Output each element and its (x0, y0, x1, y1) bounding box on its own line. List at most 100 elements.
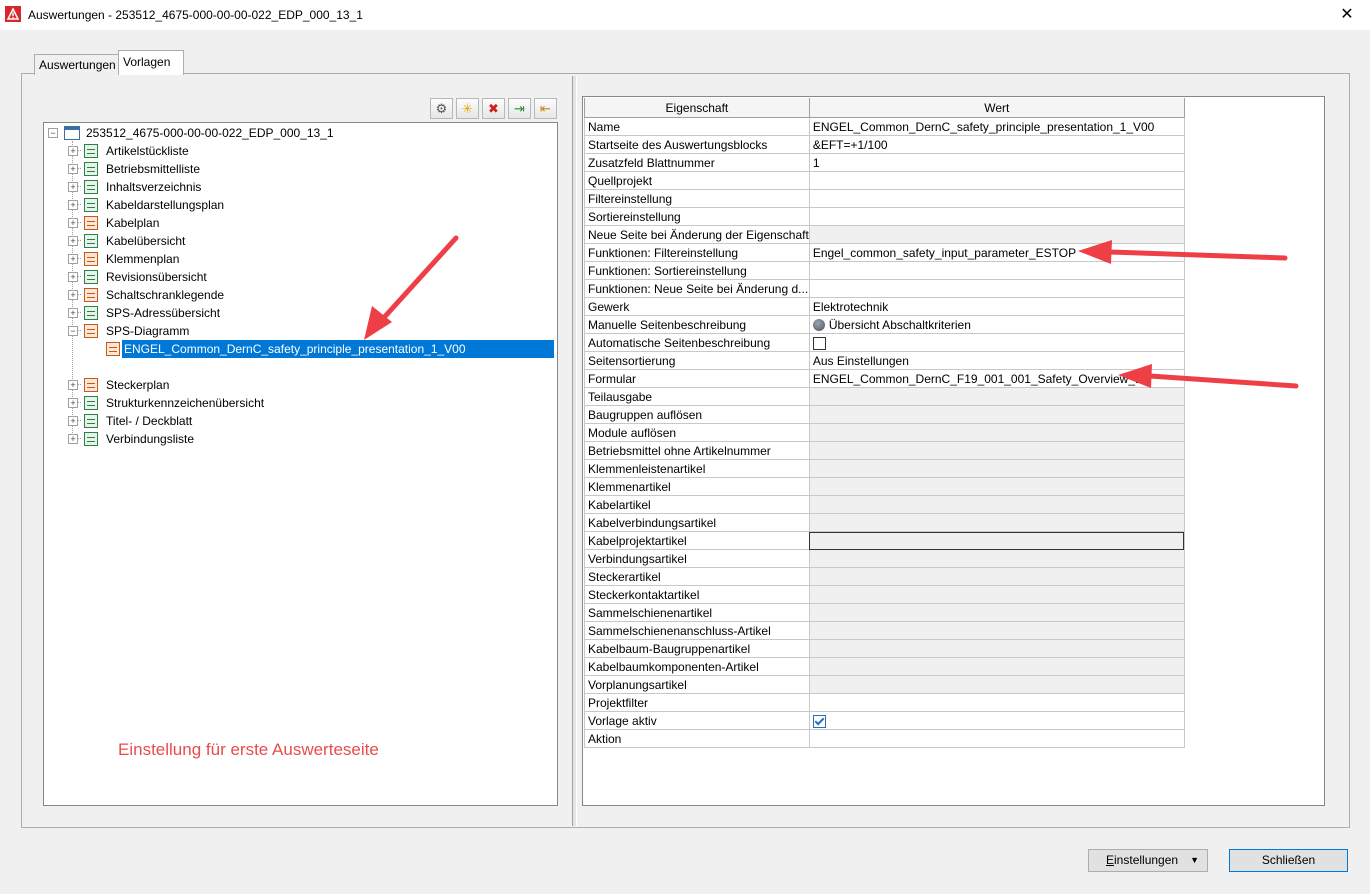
report-type-icon (84, 270, 98, 284)
property-row[interactable]: Zusatzfeld Blattnummer 1 (584, 153, 1185, 172)
collapse-icon[interactable]: − (48, 128, 58, 138)
property-row[interactable]: Kabelbaumkomponenten-Artikel (584, 657, 1185, 676)
property-row[interactable]: Automatische Seitenbeschreibung (584, 333, 1185, 352)
property-row[interactable]: Aktion (584, 729, 1185, 748)
expand-icon[interactable]: + (68, 236, 78, 246)
close-button[interactable]: Schließen (1229, 849, 1348, 872)
property-row[interactable]: Vorplanungsartikel (584, 675, 1185, 694)
property-name: Quellprojekt (584, 171, 810, 190)
expand-icon[interactable]: + (68, 182, 78, 192)
property-name: Klemmenleistenartikel (584, 459, 810, 478)
property-name: Teilausgabe (584, 387, 810, 406)
tab-vorlagen[interactable]: Vorlagen (118, 50, 184, 75)
expand-icon[interactable]: + (68, 308, 78, 318)
property-value[interactable]: &EFT=+1/100 (808, 135, 1185, 154)
property-value (808, 567, 1185, 586)
expand-icon[interactable]: + (68, 380, 78, 390)
property-row[interactable]: Kabelprojektartikel (584, 531, 1185, 550)
property-value[interactable]: Engel_common_safety_input_parameter_ESTO… (808, 243, 1185, 262)
property-name: Funktionen: Sortiereinstellung (584, 261, 810, 280)
tree-item-label: Klemmenplan (106, 252, 180, 266)
property-row[interactable]: Name ENGEL_Common_DernC_safety_principle_… (584, 117, 1185, 136)
delete-icon[interactable]: ✖ (482, 98, 505, 119)
window-titlebar: Auswertungen - 253512_4675-000-00-00-022… (0, 0, 1370, 30)
property-value[interactable]: Elektrotechnik (808, 297, 1185, 316)
property-name: Manuelle Seitenbeschreibung (584, 315, 810, 334)
property-row[interactable]: Kabelartikel (584, 495, 1185, 514)
export-icon[interactable]: ⇤ (534, 98, 557, 119)
property-name: Startseite des Auswertungsblocks (584, 135, 810, 154)
property-value[interactable] (808, 171, 1185, 190)
new-icon[interactable]: ✳ (456, 98, 479, 119)
close-window-button[interactable]: ✕ (1324, 0, 1370, 30)
collapse-icon[interactable]: − (68, 326, 78, 336)
report-type-icon (84, 162, 98, 176)
property-row[interactable]: Verbindungsartikel (584, 549, 1185, 568)
pane-splitter[interactable] (572, 76, 577, 826)
checkbox[interactable] (812, 714, 826, 728)
expand-icon[interactable]: + (68, 200, 78, 210)
property-row[interactable]: Funktionen: Sortiereinstellung (584, 261, 1185, 280)
column-header-value[interactable]: Wert (808, 98, 1185, 118)
property-row[interactable]: Formular ENGEL_Common_DernC_F19_001_001_S… (584, 369, 1185, 388)
property-value[interactable]: 1 (808, 153, 1185, 172)
property-row[interactable]: Module auflösen (584, 423, 1185, 442)
property-value[interactable] (808, 189, 1185, 208)
property-row[interactable]: Manuelle Seitenbeschreibung Übersicht Abs… (584, 315, 1185, 334)
settings-dropdown-button[interactable]: Einstellungen ▼ (1088, 849, 1208, 872)
property-row[interactable]: Teilausgabe (584, 387, 1185, 406)
expand-icon[interactable]: + (68, 218, 78, 228)
property-row[interactable]: Projektfilter (584, 693, 1185, 712)
property-value[interactable] (808, 279, 1185, 298)
property-row[interactable]: Kabelverbindungsartikel (584, 513, 1185, 532)
property-row[interactable]: Vorlage aktiv (584, 711, 1185, 730)
template-tree[interactable]: − 253512_4675-000-00-00-022_EDP_000_13_1… (43, 122, 558, 806)
report-type-icon (84, 144, 98, 158)
property-value[interactable]: ENGEL_Common_DernC_F19_001_001_Safety_Ov… (808, 369, 1185, 388)
property-row[interactable]: Steckerartikel (584, 567, 1185, 586)
property-value (808, 513, 1185, 532)
checkbox[interactable] (812, 336, 826, 350)
property-value[interactable] (808, 729, 1185, 748)
expand-icon[interactable]: + (68, 272, 78, 282)
tab-auswertungen[interactable]: Auswertungen (34, 54, 121, 75)
property-row[interactable]: Baugruppen auflösen (584, 405, 1185, 424)
property-row[interactable]: Sortiereinstellung (584, 207, 1185, 226)
expand-icon[interactable]: + (68, 434, 78, 444)
property-value[interactable] (808, 711, 1185, 730)
property-value[interactable]: ENGEL_Common_DernC_safety_principle_pres… (808, 117, 1185, 136)
property-name: Gewerk (584, 297, 810, 316)
property-row[interactable]: Gewerk Elektrotechnik (584, 297, 1185, 316)
column-header-property[interactable]: Eigenschaft (584, 98, 810, 118)
property-row[interactable]: Kabelbaum-Baugruppenartikel (584, 639, 1185, 658)
property-value[interactable] (808, 693, 1185, 712)
expand-icon[interactable]: + (68, 398, 78, 408)
expand-icon[interactable]: + (68, 416, 78, 426)
property-row[interactable]: Funktionen: Filtereinstellung Engel_commo… (584, 243, 1185, 262)
property-value[interactable]: Übersicht Abschaltkriterien (808, 315, 1185, 334)
property-value[interactable]: Aus Einstellungen (808, 351, 1185, 370)
property-row[interactable]: Steckerkontaktartikel (584, 585, 1185, 604)
property-row[interactable]: Klemmenartikel (584, 477, 1185, 496)
gear-icon[interactable]: ⚙ (430, 98, 453, 119)
property-value[interactable] (808, 333, 1185, 352)
property-row[interactable]: Sammelschienenartikel (584, 603, 1185, 622)
property-row[interactable]: Sammelschienenanschluss-Artikel (584, 621, 1185, 640)
import-icon[interactable]: ⇥ (508, 98, 531, 119)
property-row[interactable]: Startseite des Auswertungsblocks &EFT=+1/… (584, 135, 1185, 154)
property-value[interactable] (808, 531, 1185, 550)
property-value[interactable] (808, 261, 1185, 280)
property-row[interactable]: Seitensortierung Aus Einstellungen (584, 351, 1185, 370)
property-row[interactable]: Betriebsmittel ohne Artikelnummer (584, 441, 1185, 460)
property-value[interactable] (808, 207, 1185, 226)
property-row[interactable]: Klemmenleistenartikel (584, 459, 1185, 478)
property-row[interactable]: Neue Seite bei Änderung der Eigenschaft (584, 225, 1185, 244)
property-row[interactable]: Quellprojekt (584, 171, 1185, 190)
expand-icon[interactable]: + (68, 164, 78, 174)
expand-icon[interactable]: + (68, 146, 78, 156)
property-row[interactable]: Funktionen: Neue Seite bei Änderung d... (584, 279, 1185, 298)
property-row[interactable]: Filtereinstellung (584, 189, 1185, 208)
expand-icon[interactable]: + (68, 254, 78, 264)
property-grid[interactable]: Eigenschaft Wert Name ENGEL_Common_DernC_… (582, 96, 1325, 806)
expand-icon[interactable]: + (68, 290, 78, 300)
